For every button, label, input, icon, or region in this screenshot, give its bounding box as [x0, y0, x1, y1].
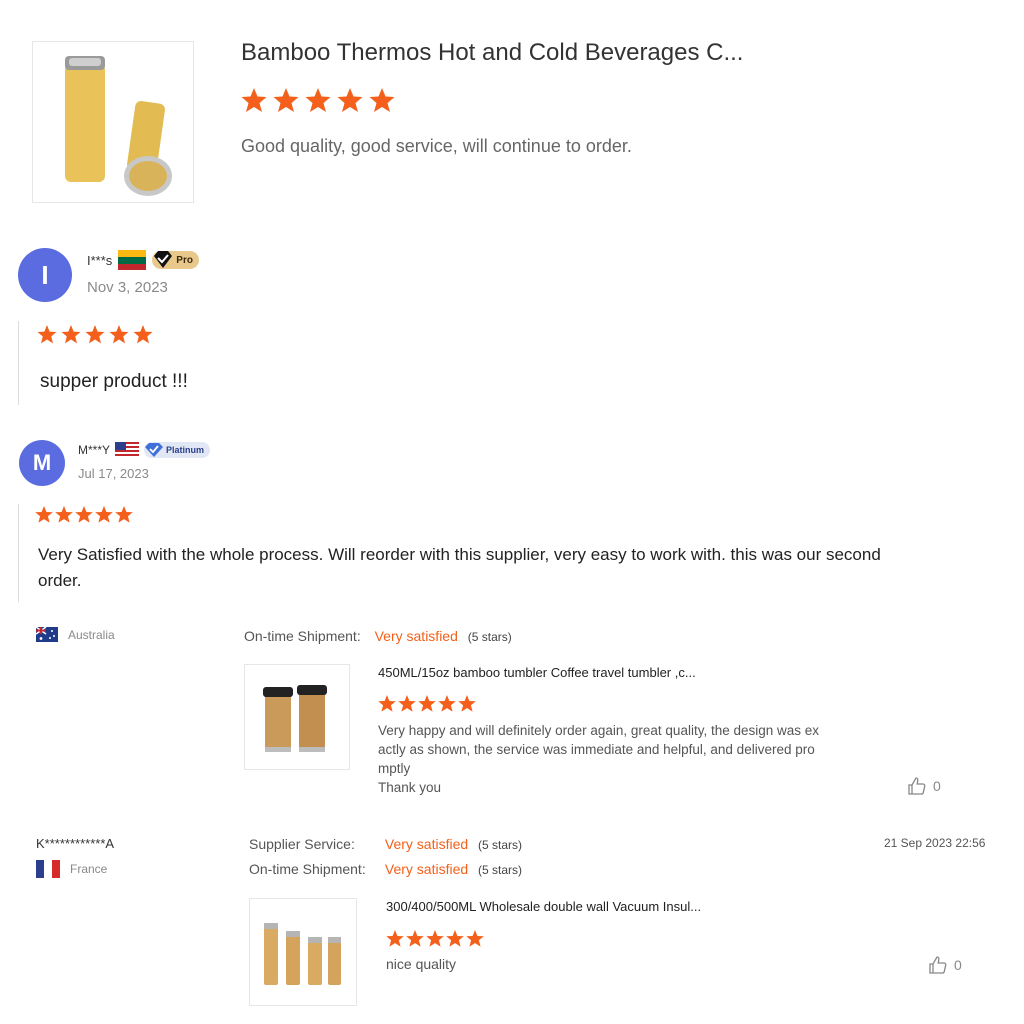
rating-value: Very satisfied	[384, 836, 469, 852]
review-body: supper product !!!	[18, 321, 419, 405]
product-title[interactable]: 450ML/15oz bamboo tumbler Coffee travel …	[378, 665, 696, 680]
star-icon	[458, 695, 476, 712]
country-name: France	[70, 862, 108, 876]
review-date: Nov 3, 2023	[87, 279, 168, 296]
rating-stars-text: (5 stars)	[478, 863, 523, 877]
pro-badge-icon	[154, 251, 173, 268]
star-icon	[35, 506, 53, 523]
product-image[interactable]	[249, 898, 357, 1006]
star-icon	[426, 930, 444, 947]
star-icon	[95, 506, 113, 523]
avatar: M	[19, 440, 65, 486]
product-image[interactable]	[32, 41, 194, 203]
country-name: Australia	[68, 627, 115, 642]
review-text: Very Satisfied with the whole process. W…	[38, 545, 881, 590]
reviewer-info: I***s Pro	[87, 250, 199, 270]
badge-label: Pro	[176, 254, 193, 266]
shipment-rating-row: On-time Shipment: Very satisfied (5 star…	[244, 628, 512, 644]
star-icon	[109, 325, 129, 344]
thumbs-up-icon	[929, 956, 947, 974]
australia-flag-icon	[36, 627, 58, 642]
reviewer-country: France	[36, 860, 107, 878]
product-title[interactable]: 300/400/500ML Wholesale double wall Vacu…	[386, 899, 701, 914]
rating-value: Very satisfied	[384, 861, 469, 877]
bamboo-tumbler-image	[263, 685, 327, 752]
review-rating	[37, 324, 157, 346]
star-icon	[75, 506, 93, 523]
france-flag-icon	[36, 860, 60, 878]
star-icon	[241, 88, 267, 112]
star-icon	[386, 930, 404, 947]
star-icon	[398, 695, 416, 712]
badge-label: Platinum	[166, 445, 205, 455]
product-title[interactable]: Bamboo Thermos Hot and Cold Beverages C.…	[241, 39, 743, 67]
rating-label: On-time Shipment:	[244, 628, 361, 644]
lithuania-flag-icon	[118, 250, 147, 270]
review-text: supper product !!!	[40, 371, 188, 392]
rating-label: On-time Shipment:	[249, 861, 366, 877]
reviewer-name: I***s	[87, 252, 113, 268]
review-text: Very happy and will definitely order aga…	[378, 721, 819, 797]
review-rating	[378, 694, 482, 714]
avatar-letter: M	[32, 450, 52, 475]
star-icon	[418, 695, 436, 712]
bamboo-thermos-image	[65, 56, 172, 196]
review-date: Jul 17, 2023	[78, 466, 149, 481]
star-icon	[85, 325, 105, 344]
reviewer-info: M***Y Platinum	[78, 442, 211, 458]
star-icon	[378, 695, 396, 712]
pro-badge: Pro	[152, 251, 199, 269]
review-text-line: mptly	[378, 761, 411, 776]
star-icon	[273, 88, 299, 112]
star-icon	[369, 88, 395, 112]
star-icon	[133, 325, 153, 344]
service-rating-row: Supplier Service: Very satisfied (5 star…	[249, 836, 522, 852]
star-icon	[37, 325, 57, 344]
shipment-rating-row: On-time Shipment: Very satisfied (5 star…	[249, 861, 522, 877]
star-icon	[55, 506, 73, 523]
rating-label: Supplier Service:	[249, 836, 355, 852]
review-text: nice quality	[386, 956, 457, 972]
review-text-line: Very happy and will definitely order aga…	[378, 723, 820, 738]
star-icon	[61, 325, 81, 344]
like-button[interactable]: 0	[928, 955, 962, 975]
like-button[interactable]: 0	[907, 776, 941, 796]
avatar: I	[18, 248, 72, 302]
top-review-comment: Good quality, good service, will continu…	[241, 136, 632, 156]
star-icon	[305, 88, 331, 112]
avatar-letter: I	[41, 259, 49, 290]
top-review-rating	[240, 86, 400, 116]
like-count: 0	[933, 778, 941, 794]
vacuum-bottles-image	[264, 923, 341, 985]
platinum-badge: Platinum	[144, 442, 211, 458]
review-rating	[386, 929, 490, 949]
review-rating	[35, 505, 145, 525]
rating-value: Very satisfied	[374, 628, 458, 644]
product-image[interactable]	[244, 664, 350, 770]
platinum-badge-icon	[145, 443, 164, 457]
reviewer-name: M***Y	[78, 443, 111, 457]
review-text-line: actly as shown, the service was immediat…	[378, 742, 815, 757]
thumbs-up-icon	[908, 777, 926, 795]
review-body: Very Satisfied with the whole process. W…	[18, 504, 939, 602]
usa-flag-icon	[115, 442, 140, 458]
star-icon	[438, 695, 456, 712]
rating-stars-text: (5 stars)	[478, 838, 523, 852]
star-icon	[406, 930, 424, 947]
review-text-line: Thank you	[378, 780, 442, 795]
star-icon	[446, 930, 464, 947]
star-icon	[115, 506, 133, 523]
rating-stars-text: (5 stars)	[467, 630, 512, 644]
review-timestamp: 21 Sep 2023 22:56	[884, 836, 986, 850]
star-icon	[337, 88, 363, 112]
reviewer-country: Australia	[36, 627, 115, 642]
reviewer-name: K************A	[36, 836, 115, 851]
like-count: 0	[954, 957, 962, 973]
star-icon	[466, 930, 484, 947]
